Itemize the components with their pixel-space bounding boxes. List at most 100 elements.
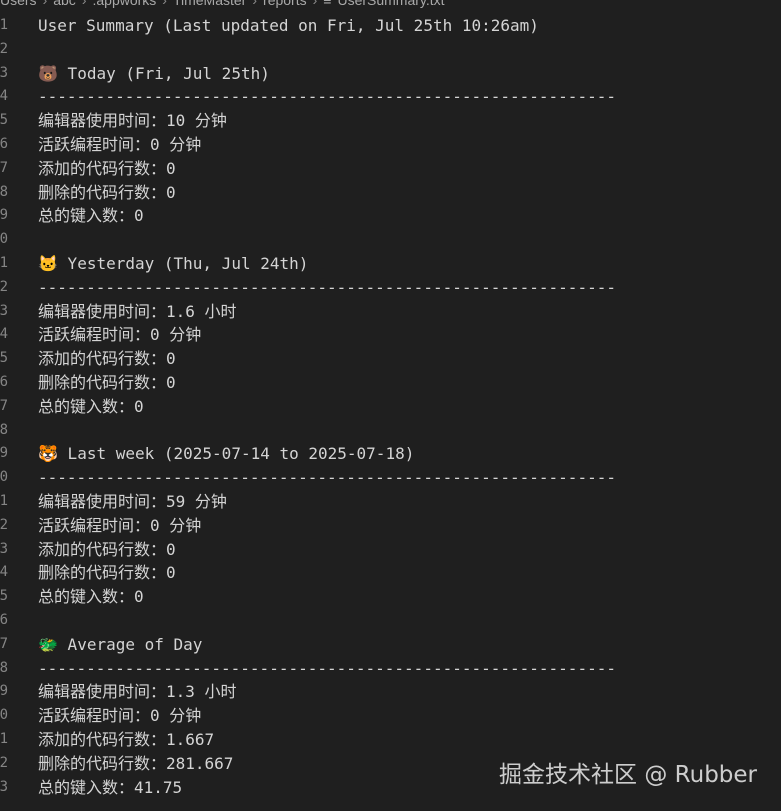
line-number: 7 — [0, 159, 8, 176]
line-text: 活跃编程时间：0 分钟 — [38, 325, 202, 345]
chevron-right-icon: › — [42, 0, 48, 8]
code-line[interactable]: 15 添加的代码行数：0 — [0, 347, 781, 371]
line-text: 总的键入数：41.75 — [38, 777, 183, 797]
line-number: 29 — [0, 683, 8, 700]
code-line[interactable]: 30 活跃编程时间：0 分钟 — [0, 704, 781, 728]
line-text: 删除的代码行数：281.667 — [38, 753, 234, 773]
line-text: 编辑器使用时间：1.6 小时 — [38, 301, 237, 321]
line-text: 删除的代码行数：0 — [38, 563, 176, 583]
line-number: 30 — [0, 707, 8, 724]
line-number: 20 — [0, 469, 8, 486]
code-line[interactable]: 19 🐯 Last week (2025-07-14 to 2025-07-18) — [0, 442, 781, 466]
line-number: 19 — [0, 445, 8, 462]
chevron-right-icon: › — [312, 0, 318, 8]
line-text: 编辑器使用时间：10 分钟 — [38, 111, 227, 131]
code-line[interactable]: 22 活跃编程时间：0 分钟 — [0, 514, 781, 538]
line-number: 21 — [0, 492, 8, 509]
line-text: 活跃编程时间：0 分钟 — [38, 134, 202, 154]
code-line[interactable]: 23 添加的代码行数：0 — [0, 538, 781, 562]
breadcrumb-item-appworks[interactable]: .appworks — [92, 0, 156, 9]
line-text: 活跃编程时间：0 分钟 — [38, 515, 202, 535]
code-line[interactable]: 12 --------------------------------------… — [0, 276, 781, 300]
line-number: 9 — [0, 207, 8, 224]
line-text: 总的键入数：0 — [38, 587, 144, 607]
line-number: 31 — [0, 730, 8, 747]
code-line[interactable]: 18 — [0, 419, 781, 443]
code-line[interactable]: 2 — [0, 38, 781, 62]
code-line[interactable]: 16 删除的代码行数：0 — [0, 371, 781, 395]
breadcrumb-item-abc[interactable]: abc — [53, 0, 76, 9]
line-number: 10 — [0, 231, 8, 248]
breadcrumb-item-file[interactable]: UserSummary.txt — [337, 0, 444, 9]
line-number: 1 — [0, 17, 8, 33]
line-text: 🐱 Yesterday (Thu, Jul 24th) — [38, 253, 309, 273]
code-line[interactable]: 4 ---------------------------------------… — [0, 85, 781, 109]
line-text: 活跃编程时间：0 分钟 — [38, 706, 202, 726]
line-text: 删除的代码行数：0 — [38, 372, 176, 392]
line-number: 18 — [0, 421, 8, 438]
line-number: 2 — [0, 40, 8, 57]
line-number: 17 — [0, 397, 8, 414]
line-number: 5 — [0, 112, 8, 129]
line-number: 11 — [0, 254, 8, 271]
line-text: 编辑器使用时间：1.3 小时 — [38, 682, 237, 702]
line-number: 14 — [0, 326, 8, 343]
line-text: ----------------------------------------… — [38, 468, 616, 488]
line-text: ----------------------------------------… — [38, 658, 616, 678]
line-text: 🐻 Today (Fri, Jul 25th) — [38, 63, 270, 83]
code-line[interactable]: 7 添加的代码行数：0 — [0, 157, 781, 181]
code-line[interactable]: 5 编辑器使用时间：10 分钟 — [0, 109, 781, 133]
line-text: ----------------------------------------… — [38, 87, 616, 107]
line-number: 4 — [0, 88, 8, 105]
breadcrumb-item-users[interactable]: Users — [0, 0, 37, 9]
code-line[interactable]: 8 删除的代码行数：0 — [0, 181, 781, 205]
line-text: 添加的代码行数：0 — [38, 349, 176, 369]
chevron-right-icon: › — [252, 0, 258, 8]
code-line[interactable]: 3 🐻 Today (Fri, Jul 25th) — [0, 62, 781, 86]
line-number: 27 — [0, 635, 8, 652]
editor-text-area[interactable]: 1 User Summary (Last updated on Fri, Jul … — [0, 14, 781, 799]
line-number: 8 — [0, 183, 8, 200]
code-line[interactable]: 14 活跃编程时间：0 分钟 — [0, 323, 781, 347]
line-number: 16 — [0, 373, 8, 390]
code-line[interactable]: 6 活跃编程时间：0 分钟 — [0, 133, 781, 157]
breadcrumb-item-timemaster[interactable]: TimeMaster — [173, 0, 246, 9]
code-line[interactable]: 20 --------------------------------------… — [0, 466, 781, 490]
line-text: 🐯 Last week (2025-07-14 to 2025-07-18) — [38, 444, 415, 464]
line-number: 33 — [0, 778, 8, 795]
line-number: 13 — [0, 302, 8, 319]
chevron-right-icon: › — [81, 0, 87, 8]
line-text: 总的键入数：0 — [38, 206, 144, 226]
line-number: 12 — [0, 278, 8, 295]
line-number: 6 — [0, 135, 8, 152]
line-number: 25 — [0, 588, 8, 605]
breadcrumb-item-reports[interactable]: reports — [263, 0, 307, 9]
code-line[interactable]: 13 编辑器使用时间：1.6 小时 — [0, 300, 781, 324]
line-number: 22 — [0, 516, 8, 533]
line-number: 15 — [0, 350, 8, 367]
code-line[interactable]: 21 编辑器使用时间：59 分钟 — [0, 490, 781, 514]
code-line[interactable]: 25 总的键入数：0 — [0, 585, 781, 609]
line-number: 28 — [0, 659, 8, 676]
code-line[interactable]: 27 🐲 Average of Day — [0, 633, 781, 657]
code-line[interactable]: 28 --------------------------------------… — [0, 657, 781, 681]
line-number: 3 — [0, 64, 8, 81]
code-line[interactable]: 1 User Summary (Last updated on Fri, Jul … — [0, 14, 781, 38]
text-file-icon: ≡ — [323, 0, 332, 8]
line-number: 23 — [0, 540, 8, 557]
line-number: 32 — [0, 754, 8, 771]
line-text: 添加的代码行数：0 — [38, 539, 176, 559]
code-line[interactable]: 9 总的键入数：0 — [0, 204, 781, 228]
code-line[interactable]: 17 总的键入数：0 — [0, 395, 781, 419]
line-text: 总的键入数：0 — [38, 396, 144, 416]
line-text: 添加的代码行数：1.667 — [38, 729, 215, 749]
code-line[interactable]: 10 — [0, 228, 781, 252]
line-text: ----------------------------------------… — [38, 277, 616, 297]
code-line[interactable]: 24 删除的代码行数：0 — [0, 561, 781, 585]
code-line[interactable]: 26 — [0, 609, 781, 633]
line-text: 编辑器使用时间：59 分钟 — [38, 491, 227, 511]
code-line[interactable]: 29 编辑器使用时间：1.3 小时 — [0, 680, 781, 704]
code-line[interactable]: 31 添加的代码行数：1.667 — [0, 728, 781, 752]
code-line[interactable]: 11 🐱 Yesterday (Thu, Jul 24th) — [0, 252, 781, 276]
line-text: 删除的代码行数：0 — [38, 182, 176, 202]
